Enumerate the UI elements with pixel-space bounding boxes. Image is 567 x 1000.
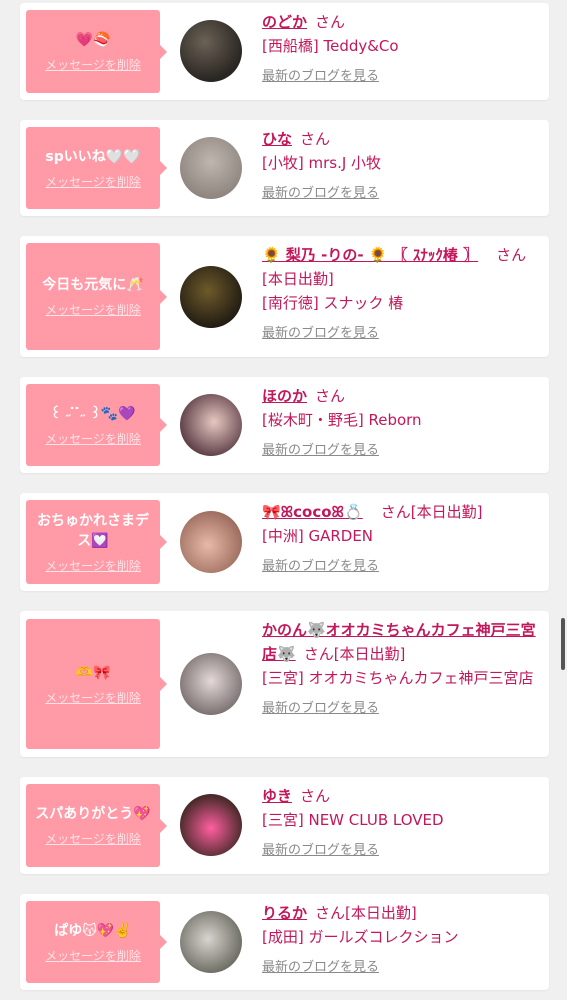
shop-line: [三宮] NEW CLUB LOVED <box>262 811 444 829</box>
latest-blog-link[interactable]: 最新のブログを見る <box>262 840 541 862</box>
latest-blog-link[interactable]: 最新のブログを見る <box>262 957 541 979</box>
status-badge: [本日出勤] <box>345 904 417 922</box>
message-text: おちゅかれさまデス💟 <box>37 512 149 549</box>
message-text: 今日も元気に🥂 <box>42 277 144 293</box>
latest-blog-link[interactable]: 最新のブログを見る <box>262 183 541 205</box>
shop-line: [中洲] GARDEN <box>262 527 374 545</box>
shop-line: [西船橋] Teddy&Co <box>262 37 399 55</box>
status-badge: [本日出勤] <box>333 645 406 663</box>
message-card: 今日も元気に🥂 メッセージを削除 🌻 梨乃 -りの- 🌻 〖 ｽﾅｯｸ椿 〗さん… <box>20 236 549 357</box>
shop-line: [三宮] オオカミちゃんカフェ神戸三宮店 <box>262 669 534 687</box>
delete-message-link[interactable]: メッセージを削除 <box>45 301 141 318</box>
message-card: 🫶🎀 メッセージを削除 かのん🐺オオカミちゃんカフェ神戸三宮店🐺 さん[本日出勤]… <box>20 611 549 757</box>
message-card: ぱゆ😽💖✌️ メッセージを削除 りるか さん[本日出勤] [成田] ガールズコレク… <box>20 894 549 990</box>
message-bubble: 今日も元気に🥂 メッセージを削除 <box>26 243 167 350</box>
message-text: ꒰ ˶ ̇ ̇˶ ꒱🐾💜 <box>50 405 136 422</box>
honorific: さん <box>300 130 331 148</box>
honorific: さん <box>315 13 346 31</box>
honorific: さん <box>496 246 527 264</box>
message-text: スパありがとう💖 <box>35 806 151 822</box>
shop-line: [成田] ガールズコレクション <box>262 928 459 946</box>
honorific: さん <box>380 503 411 521</box>
message-bubble: ꒰ ˶ ̇ ̇˶ ꒱🐾💜 メッセージを削除 <box>26 384 167 466</box>
avatar[interactable] <box>180 653 242 715</box>
delete-message-link[interactable]: メッセージを削除 <box>45 689 141 706</box>
latest-blog-link[interactable]: 最新のブログを見る <box>262 556 541 578</box>
delete-message-link[interactable]: メッセージを削除 <box>45 56 141 73</box>
avatar[interactable] <box>180 794 242 856</box>
message-card: 💗🍣 メッセージを削除 のどか さん [西船橋] Teddy&Co 最新のブログを… <box>20 3 549 100</box>
message-bubble: 💗🍣 メッセージを削除 <box>26 10 167 93</box>
message-text: spいいね🤍🤍 <box>45 148 141 165</box>
delete-message-link[interactable]: メッセージを削除 <box>45 947 141 964</box>
shop-line: [南行徳] スナック 椿 <box>262 294 404 312</box>
girl-name-link[interactable]: ひな <box>262 130 292 148</box>
status-line: [本日出勤] <box>262 270 334 288</box>
avatar[interactable] <box>180 20 242 82</box>
latest-blog-link[interactable]: 最新のブログを見る <box>262 440 541 462</box>
scrollbar[interactable] <box>561 618 565 670</box>
latest-blog-link[interactable]: 最新のブログを見る <box>262 323 541 345</box>
message-bubble: ぱゆ😽💖✌️ メッセージを削除 <box>26 901 167 983</box>
latest-blog-link[interactable]: 最新のブログを見る <box>262 698 541 720</box>
message-bubble: スパありがとう💖 メッセージを削除 <box>26 784 167 867</box>
message-text: 💗🍣 <box>75 32 111 48</box>
avatar[interactable] <box>180 394 242 456</box>
status-badge: [本日出勤] <box>410 503 483 521</box>
message-text: 🫶🎀 <box>75 664 111 681</box>
shop-line: [桜木町・野毛] Reborn <box>262 411 422 429</box>
message-text: ぱゆ😽💖✌️ <box>54 922 132 939</box>
delete-message-link[interactable]: メッセージを削除 <box>45 430 141 447</box>
delete-message-link[interactable]: メッセージを削除 <box>45 173 141 190</box>
honorific: さん <box>300 787 331 805</box>
girl-name-link[interactable]: 🌻 梨乃 -りの- 🌻 〖 ｽﾅｯｸ椿 〗 <box>262 246 478 264</box>
message-card: スパありがとう💖 メッセージを削除 ゆき さん [三宮] NEW CLUB LOV… <box>20 777 549 874</box>
avatar[interactable] <box>180 911 242 973</box>
message-bubble: 🫶🎀 メッセージを削除 <box>26 619 167 749</box>
message-bubble: spいいね🤍🤍 メッセージを削除 <box>26 127 167 209</box>
honorific: さん <box>315 904 346 922</box>
message-card: spいいね🤍🤍 メッセージを削除 ひな さん [小牧] mrs.J 小牧 最新のブ… <box>20 120 549 216</box>
honorific: さん <box>303 645 334 663</box>
girl-name-link[interactable]: 🎀ꕤcocoꕤ💍 <box>262 503 363 521</box>
girl-name-link[interactable]: ほのか <box>262 387 307 405</box>
avatar[interactable] <box>180 137 242 199</box>
avatar[interactable] <box>180 511 242 573</box>
shop-line: [小牧] mrs.J 小牧 <box>262 154 382 172</box>
message-card: おちゅかれさまデス💟 メッセージを削除 🎀ꕤcocoꕤ💍 さん[本日出勤] [中洲… <box>20 493 549 591</box>
girl-name-link[interactable]: りるか <box>262 904 307 922</box>
avatar[interactable] <box>180 266 242 328</box>
message-card: ꒰ ˶ ̇ ̇˶ ꒱🐾💜 メッセージを削除 ほのか さん [桜木町・野毛] Reb… <box>20 377 549 473</box>
girl-name-link[interactable]: ゆき <box>262 787 292 805</box>
delete-message-link[interactable]: メッセージを削除 <box>45 557 141 574</box>
honorific: さん <box>315 387 346 405</box>
delete-message-link[interactable]: メッセージを削除 <box>45 830 141 847</box>
message-bubble: おちゅかれさまデス💟 メッセージを削除 <box>26 500 167 584</box>
latest-blog-link[interactable]: 最新のブログを見る <box>262 66 541 88</box>
girl-name-link[interactable]: のどか <box>262 13 307 31</box>
